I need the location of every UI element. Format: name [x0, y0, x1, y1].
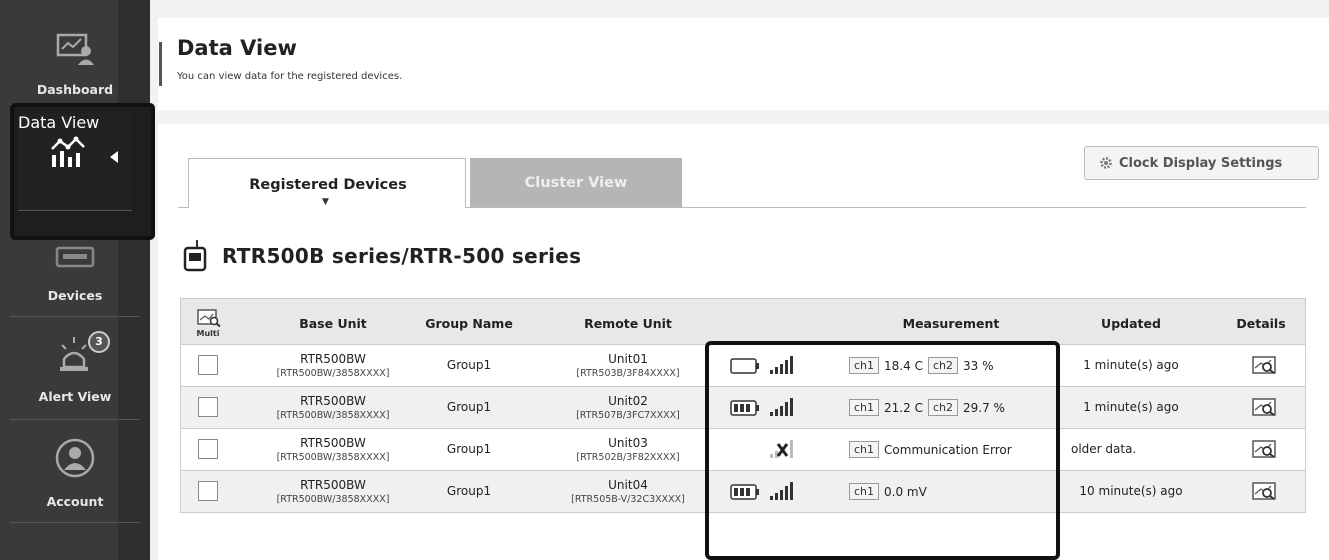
- page-title: Data View: [177, 36, 297, 60]
- devices-icon: [55, 246, 95, 268]
- base-unit-id: [RTR500BW/3858XXXX]: [276, 494, 390, 505]
- sidebar-item-label: Devices: [47, 288, 103, 303]
- base-unit-id: [RTR500BW/3858XXXX]: [276, 368, 390, 379]
- remote-unit-name: Unit01: [608, 352, 648, 366]
- multi-graph-icon: [197, 309, 221, 327]
- divider: [10, 522, 140, 523]
- remote-unit-cell: Unit02 [RTR507B/3FC7XXXX]: [535, 394, 721, 421]
- measurement-highlight-outline: [705, 341, 1060, 560]
- column-header-measurement: Measurement: [902, 316, 1000, 331]
- multi-select-button[interactable]: Multi: [193, 309, 227, 339]
- page-header: [158, 18, 1329, 110]
- multi-label: Multi: [196, 329, 220, 338]
- remote-unit-id: [RTR503B/3F84XXXX]: [576, 368, 680, 379]
- dashboard-monitor-icon: [56, 33, 94, 65]
- base-unit-name: RTR500BW: [300, 478, 366, 492]
- row-checkbox[interactable]: [198, 439, 218, 459]
- tab-label: Cluster View: [524, 175, 628, 191]
- row-checkbox[interactable]: [198, 397, 218, 417]
- remote-unit-cell: Unit04 [RTR505B-V/32C3XXXX]: [535, 478, 721, 505]
- details-graph-icon[interactable]: [1252, 355, 1278, 375]
- sidebar-item-alert-view[interactable]: Alert View: [0, 317, 150, 419]
- group-name: Group1: [446, 484, 492, 498]
- details-graph-icon[interactable]: [1252, 439, 1278, 459]
- tab-label: Registered Devices: [249, 177, 407, 193]
- caret-left-icon: [110, 151, 118, 163]
- base-unit-cell: RTR500BW [RTR500BW/3858XXXX]: [243, 352, 423, 379]
- sidebar-item-data-view[interactable]: Data View: [18, 113, 132, 211]
- remote-unit-name: Unit02: [608, 394, 648, 408]
- updated-time: older data.: [1071, 442, 1137, 456]
- tab-registered-devices[interactable]: Registered Devices ▼: [188, 158, 466, 208]
- sidebar-item-account[interactable]: Account: [0, 420, 150, 522]
- remote-unit-cell: Unit03 [RTR502B/3F82XXXX]: [535, 436, 721, 463]
- updated-time: 1 minute(s) ago: [1083, 358, 1179, 372]
- remote-unit-name: Unit03: [608, 436, 648, 450]
- sidebar-item-dashboard[interactable]: Dashboard: [0, 0, 150, 104]
- caret-down-icon: ▼: [322, 197, 329, 207]
- column-header-details: Details: [1236, 316, 1286, 331]
- series-title: RTR500B series/RTR-500 series: [222, 244, 582, 268]
- column-header-updated: Updated: [1101, 316, 1161, 331]
- group-name: Group1: [446, 442, 492, 456]
- table-header: Multi Base Unit Group Name Remote Unit M…: [180, 298, 1306, 345]
- updated-time: 1 minute(s) ago: [1083, 400, 1179, 414]
- row-checkbox[interactable]: [198, 355, 218, 375]
- sidebar-item-label: Data View: [18, 113, 100, 132]
- logger-device-icon: [183, 240, 207, 272]
- data-view-chart-icon: [51, 136, 85, 167]
- tab-cluster-view[interactable]: Cluster View: [470, 158, 682, 207]
- base-unit-name: RTR500BW: [300, 436, 366, 450]
- remote-unit-cell: Unit01 [RTR503B/3F84XXXX]: [535, 352, 721, 379]
- base-unit-cell: RTR500BW [RTR500BW/3858XXXX]: [243, 436, 423, 463]
- base-unit-cell: RTR500BW [RTR500BW/3858XXXX]: [243, 394, 423, 421]
- base-unit-id: [RTR500BW/3858XXXX]: [276, 452, 390, 463]
- header-accent-bar: [159, 42, 162, 86]
- remote-unit-id: [RTR502B/3F82XXXX]: [576, 452, 680, 463]
- account-user-icon: [55, 438, 95, 478]
- column-header-group-name: Group Name: [425, 316, 513, 331]
- gear-icon: [1100, 157, 1112, 169]
- base-unit-name: RTR500BW: [300, 394, 366, 408]
- sidebar-item-label: Alert View: [38, 389, 112, 404]
- app-frame: Dashboard Data View Devices Alert View 3…: [0, 0, 1329, 560]
- column-header-base-unit: Base Unit: [299, 316, 367, 331]
- clock-display-settings-button[interactable]: Clock Display Settings: [1084, 146, 1319, 180]
- updated-time: 10 minute(s) ago: [1079, 484, 1183, 498]
- row-checkbox[interactable]: [198, 481, 218, 501]
- page-subtitle: You can view data for the registered dev…: [177, 71, 403, 82]
- sidebar-item-label: Dashboard: [36, 82, 114, 97]
- remote-unit-id: [RTR507B/3FC7XXXX]: [576, 410, 680, 421]
- details-graph-icon[interactable]: [1252, 397, 1278, 417]
- group-name: Group1: [446, 358, 492, 372]
- sidebar-item-label: Account: [46, 494, 104, 509]
- sidebar: Dashboard Data View Devices Alert View 3…: [0, 0, 155, 560]
- base-unit-name: RTR500BW: [300, 352, 366, 366]
- sidebar-item-devices[interactable]: Devices: [0, 240, 150, 316]
- base-unit-id: [RTR500BW/3858XXXX]: [276, 410, 390, 421]
- group-name: Group1: [446, 400, 492, 414]
- alert-siren-icon: [60, 337, 88, 371]
- details-graph-icon[interactable]: [1252, 481, 1278, 501]
- button-label: Clock Display Settings: [1119, 156, 1283, 171]
- remote-unit-id: [RTR505B-V/32C3XXXX]: [571, 494, 685, 505]
- remote-unit-name: Unit04: [608, 478, 648, 492]
- base-unit-cell: RTR500BW [RTR500BW/3858XXXX]: [243, 478, 423, 505]
- alert-count-badge: 3: [88, 331, 110, 353]
- column-header-remote-unit: Remote Unit: [584, 316, 672, 331]
